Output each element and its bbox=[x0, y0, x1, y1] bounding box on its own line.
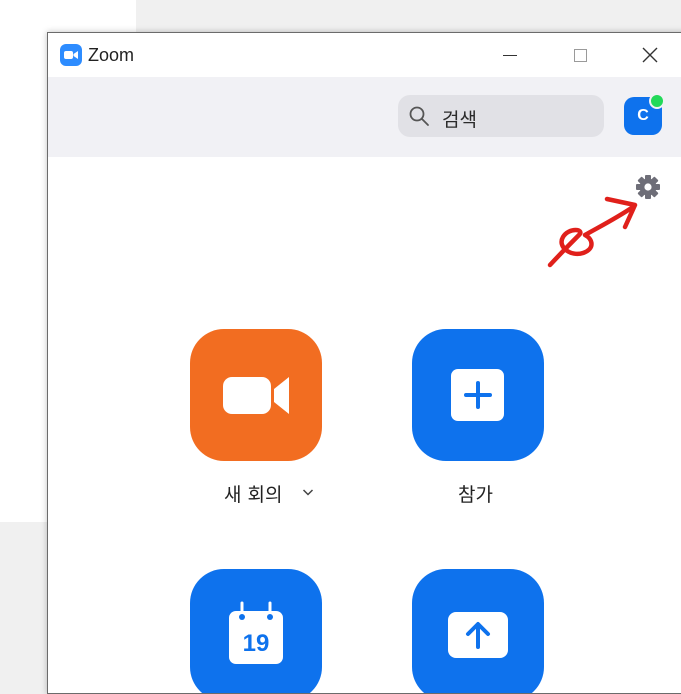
new-meeting-button[interactable] bbox=[190, 329, 322, 461]
online-status-badge bbox=[649, 93, 665, 109]
chevron-down-icon[interactable] bbox=[302, 487, 314, 497]
close-button[interactable] bbox=[620, 33, 680, 77]
plus-icon bbox=[451, 369, 504, 421]
minimize-icon bbox=[503, 54, 517, 56]
window-title: Zoom bbox=[88, 45, 135, 65]
share-screen-button[interactable] bbox=[412, 569, 544, 693]
share-screen-icon bbox=[448, 612, 508, 658]
header-bar: 검색 C bbox=[48, 77, 681, 157]
red-arrow-annotation bbox=[547, 196, 638, 268]
schedule-button[interactable]: 19 bbox=[190, 569, 322, 693]
search-placeholder: 검색 bbox=[442, 109, 477, 131]
background-area bbox=[136, 0, 681, 32]
calendar-day-number: 19 bbox=[243, 630, 270, 657]
search-icon bbox=[409, 106, 429, 126]
calendar-icon: 19 bbox=[229, 601, 283, 664]
close-icon bbox=[642, 47, 658, 63]
join-label: 참가 bbox=[458, 484, 493, 506]
video-camera-icon bbox=[223, 377, 289, 414]
maximize-icon bbox=[573, 48, 587, 62]
maximize-button[interactable] bbox=[550, 33, 610, 77]
minimize-button[interactable] bbox=[480, 33, 540, 77]
search-input[interactable]: 검색 bbox=[398, 95, 604, 137]
join-button[interactable] bbox=[412, 329, 544, 461]
title-bar[interactable]: Zoom bbox=[48, 33, 681, 77]
zoom-window: Zoom 검색 C 새 회의 참가 19 bbox=[47, 32, 681, 694]
new-meeting-label: 새 회의 bbox=[224, 484, 283, 506]
zoom-logo-icon bbox=[60, 44, 82, 66]
